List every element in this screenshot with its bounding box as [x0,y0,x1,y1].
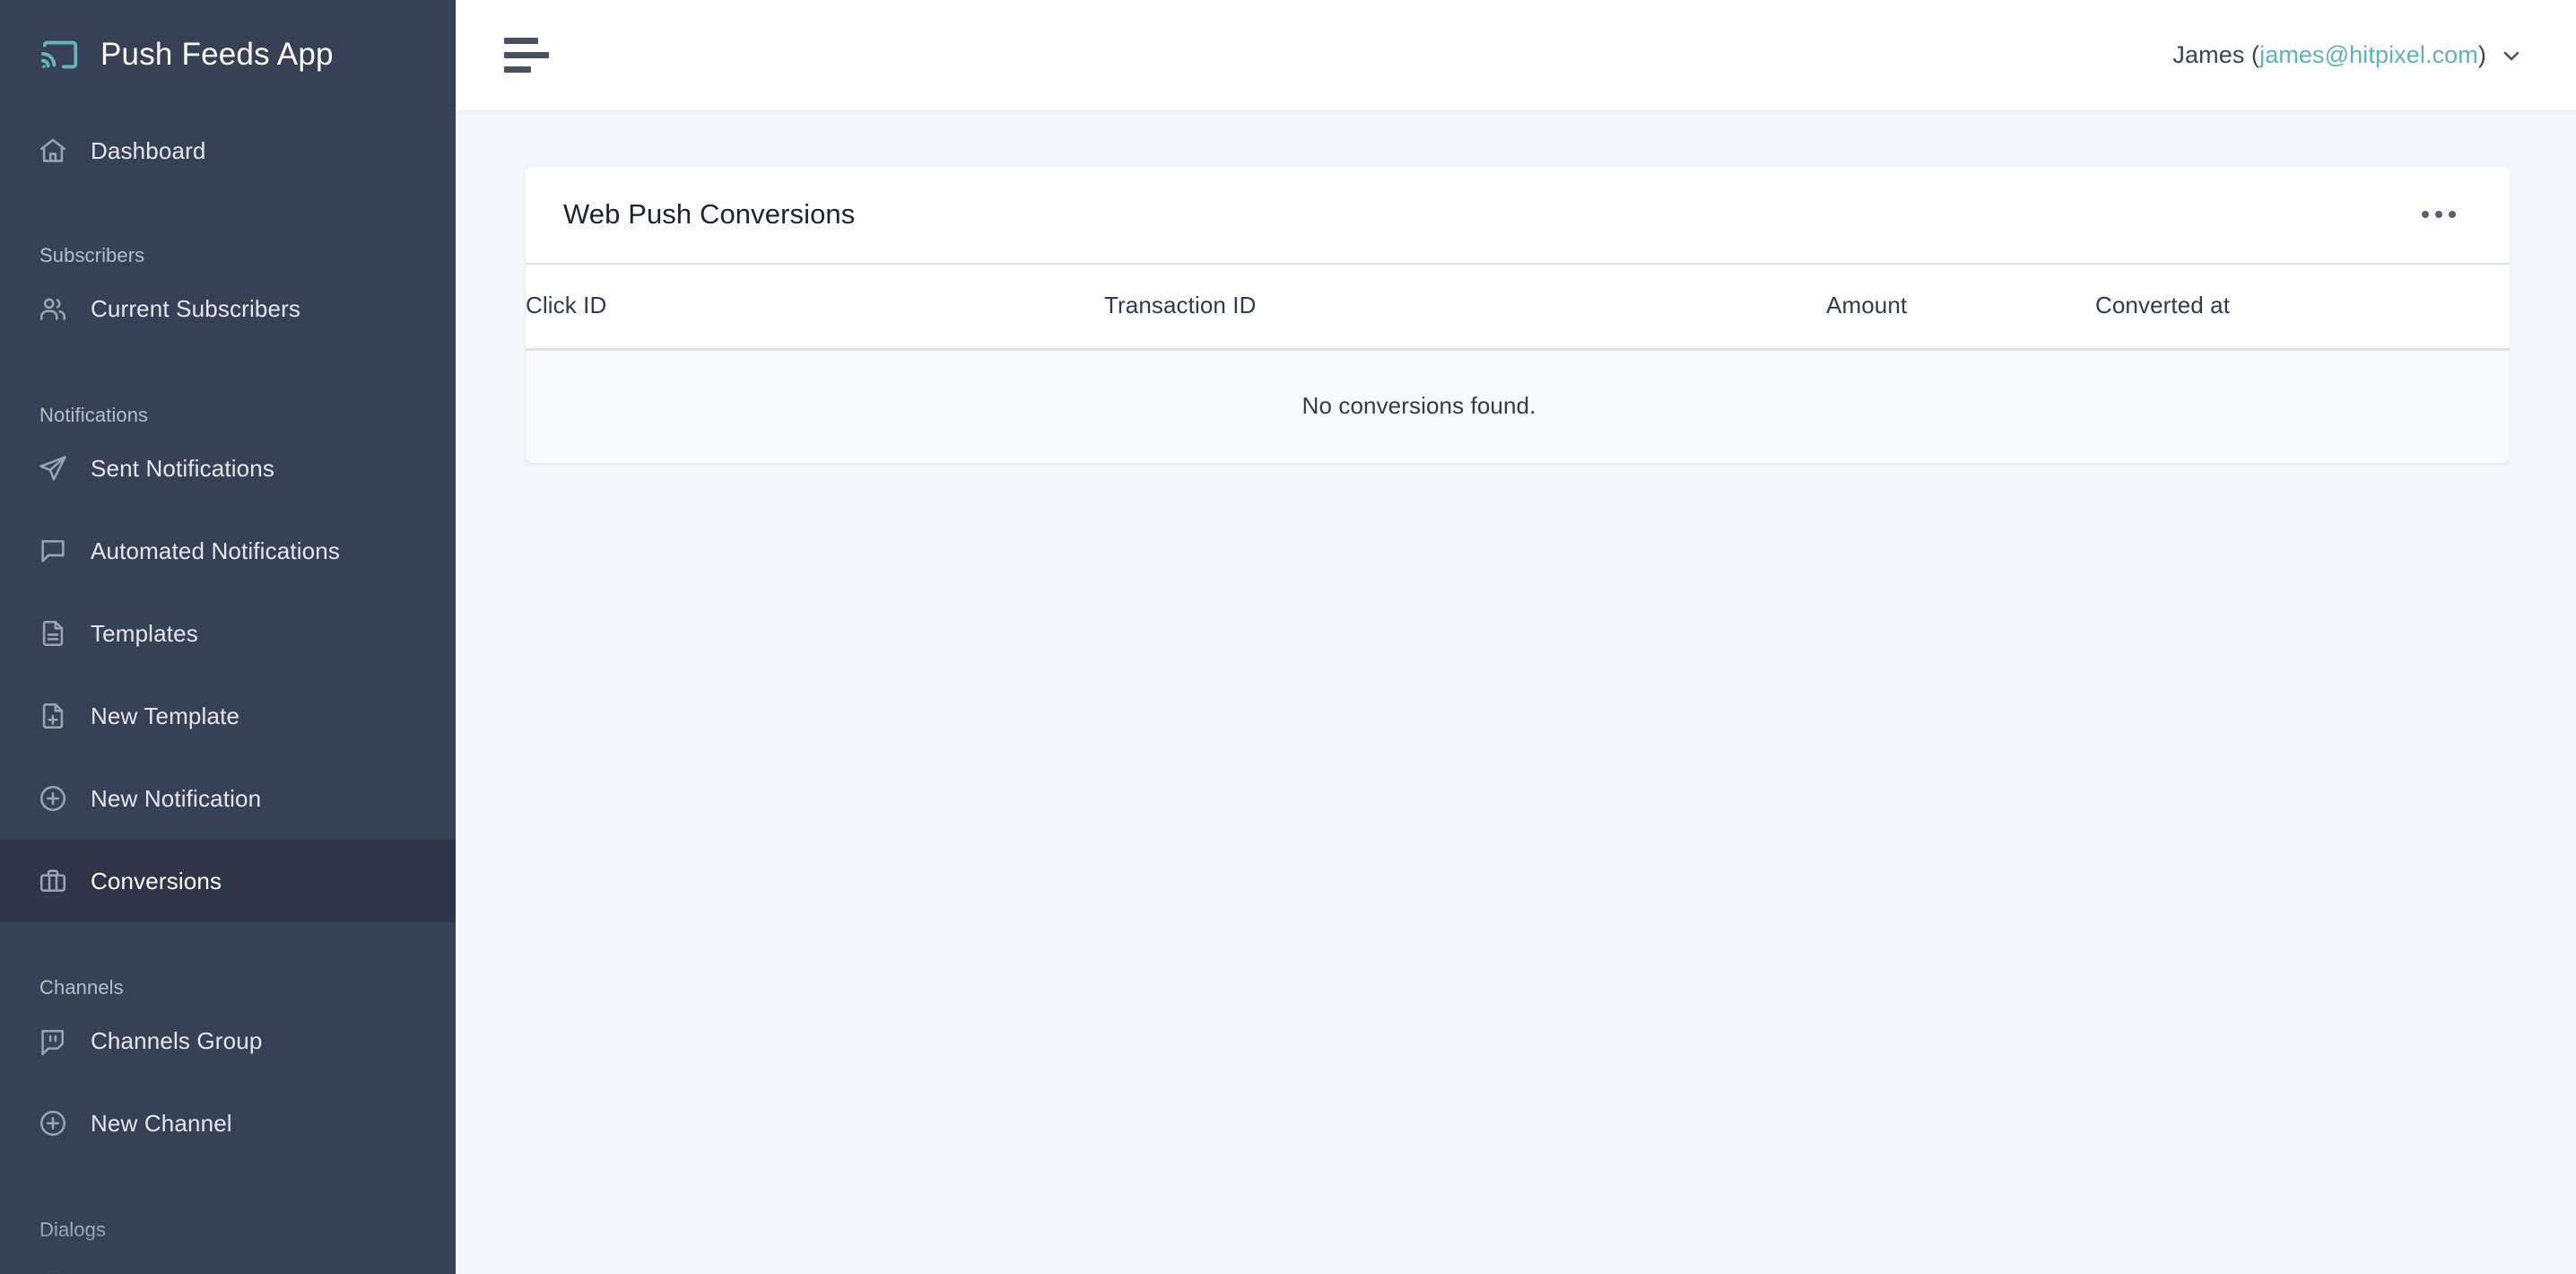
briefcase-icon [39,869,66,892]
kebab-dot [2422,211,2429,218]
chevron-down-icon[interactable] [2501,45,2522,66]
topbar: James (james@hitpixel.com) [456,0,2576,110]
sidebar-item-label: New Channel [91,1109,232,1137]
table-head: Click ID Transaction ID Amount Converted… [526,265,2510,351]
sidebar-item-label: Templates [91,619,198,647]
sidebar-item-new-template[interactable]: New Template [0,675,456,757]
users-icon [39,298,66,320]
sidebar-item-label: Sent Notifications [91,454,275,482]
brand-title: Push Feeds App [100,37,334,72]
conversions-table: Click ID Transaction ID Amount Converted… [526,265,2510,463]
plus-circle-icon [39,1110,66,1137]
content-area: Web Push Conversions Click ID Transactio… [456,110,2576,1274]
sidebar-item-label: Current Subscribers [91,294,301,322]
sidebar: Push Feeds App Dashboard Subscribers Cur… [0,0,456,1274]
sidebar-item-conversions[interactable]: Conversions [0,840,456,922]
message-square-icon [41,540,65,563]
conversions-card: Web Push Conversions Click ID Transactio… [526,166,2510,463]
sidebar-section-notifications: Notifications [39,404,149,426]
sidebar-section-channels: Channels [39,976,124,999]
sidebar-item-label: Channels Group [91,1026,263,1054]
column-header-amount: Amount [1826,265,2095,351]
sidebar-item-label: Conversions [91,867,222,894]
empty-state-cell: No conversions found. [526,349,2510,463]
file-text-icon [42,620,64,647]
empty-state-message: No conversions found. [1301,392,1536,419]
sidebar-item-templates[interactable]: Templates [0,592,456,675]
sidebar-item-automated-notifications[interactable]: Automated Notifications [0,510,456,592]
column-header-click-id: Click ID [526,265,1104,351]
hamburger-bar [504,52,549,58]
plus-circle-icon [39,785,66,812]
sidebar-item-dialog-partial[interactable] [0,1242,456,1274]
kebab-dot [2449,211,2456,218]
user-menu-label: James (james@hitpixel.com) [2172,41,2486,69]
channel-icon [41,1029,65,1056]
sidebar-item-new-channel[interactable]: New Channel [0,1082,456,1165]
sidebar-item-current-subscribers[interactable]: Current Subscribers [0,267,456,350]
column-header-converted-at: Converted at [2095,265,2510,351]
user-name-suffix: ) [2477,41,2486,68]
user-email: james@hitpixel.com [2259,41,2478,68]
user-menu[interactable]: James (james@hitpixel.com) [2172,41,2522,69]
cast-feed-icon [40,40,78,69]
sidebar-item-label: Dashboard [91,136,206,164]
table-empty-row: No conversions found. [526,349,2510,463]
column-header-transaction-id: Transaction ID [1104,265,1826,351]
table-body: No conversions found. [526,349,2510,463]
main-area: James (james@hitpixel.com) Web Push Conv… [456,0,2576,1274]
sidebar-section-subscribers: Subscribers [39,244,145,266]
sidebar-item-new-notification[interactable]: New Notification [0,757,456,840]
app-root: Push Feeds App Dashboard Subscribers Cur… [0,0,2576,1274]
send-icon [39,456,66,481]
sidebar-section-dialogs: Dialogs [39,1218,107,1241]
user-name-prefix: James ( [2172,41,2260,68]
kebab-menu-icon[interactable] [2418,202,2459,227]
sidebar-item-label: New Notification [91,784,262,812]
hamburger-bar [504,38,538,44]
kebab-dot [2435,211,2442,218]
page-title: Web Push Conversions [563,198,856,230]
table-header-row: Click ID Transaction ID Amount Converted… [526,265,2510,351]
file-plus-icon [42,702,64,729]
home-icon [39,138,66,162]
sidebar-item-sent-notifications[interactable]: Sent Notifications [0,427,456,510]
sidebar-item-dashboard[interactable]: Dashboard [0,109,456,192]
sidebar-item-channels-group[interactable]: Channels Group [0,999,456,1082]
sidebar-item-label: New Template [91,702,240,729]
card-header: Web Push Conversions [526,166,2510,265]
brand[interactable]: Push Feeds App [0,0,456,109]
hamburger-icon[interactable] [502,32,551,78]
sidebar-item-label: Automated Notifications [91,537,341,564]
hamburger-bar [504,66,531,73]
plus-circle-icon [44,1270,62,1274]
